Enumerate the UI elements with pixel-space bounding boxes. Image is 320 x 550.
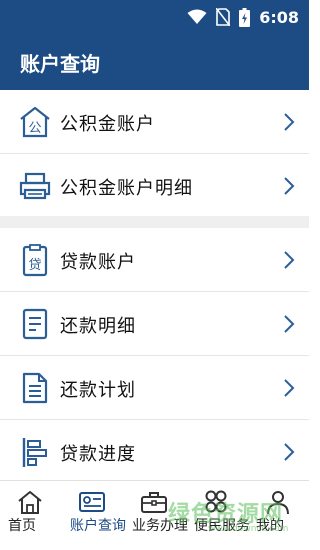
chevron-right-icon [284,315,295,333]
battery-charging-icon [239,7,251,27]
status-bar: 6:08 [0,0,309,34]
menu-item-label: 公积金账户 [60,114,155,135]
menu-item-label: 还款计划 [60,380,136,401]
plan-document-icon [22,372,48,404]
menu-item-label: 公积金账户明细 [60,178,193,199]
printer-icon [19,172,51,200]
app-bar: 账户查询 [0,34,309,90]
svg-text:公: 公 [28,121,41,136]
tab-label: 账户查询 [70,518,126,534]
chevron-right-icon [284,379,295,397]
menu-item-loan-account[interactable]: 贷 贷款账户 [0,228,309,292]
status-icons: 6:08 [187,6,299,28]
briefcase-icon [141,492,167,513]
watermark-url: www.downcc.com [208,524,289,534]
tab-account-query[interactable]: 账户查询 [62,481,126,550]
menu-item-fund-account-detail[interactable]: 公积金账户明细 [0,154,309,218]
menu-item-label: 还款明细 [60,316,136,337]
chevron-right-icon [284,251,295,269]
svg-text:贷: 贷 [28,258,41,273]
loan-clipboard-icon: 贷 [22,244,48,277]
fund-account-icon: 公 [20,106,50,138]
menu-item-repayment-detail[interactable]: 还款明细 [0,292,309,356]
chevron-right-icon [284,177,295,195]
menu-item-fund-account[interactable]: 公 公积金账户 [0,90,309,154]
progress-bars-icon [22,438,47,467]
menu-item-label: 贷款进度 [60,444,136,465]
menu-item-label: 贷款账户 [60,252,136,273]
menu-item-loan-progress[interactable]: 贷款进度 [0,420,309,484]
document-list-icon [22,308,48,340]
home-icon [18,491,42,514]
status-time: 6:08 [259,7,299,27]
wifi-icon [187,9,207,24]
chevron-right-icon [284,443,295,461]
tab-label: 首页 [8,518,36,534]
chevron-right-icon [284,113,295,131]
tab-home[interactable]: 首页 [0,481,62,550]
id-card-icon [79,492,105,512]
menu-item-repayment-plan[interactable]: 还款计划 [0,356,309,420]
no-sim-icon [216,8,231,26]
page-title: 账户查询 [20,52,100,76]
section-divider [0,216,309,228]
